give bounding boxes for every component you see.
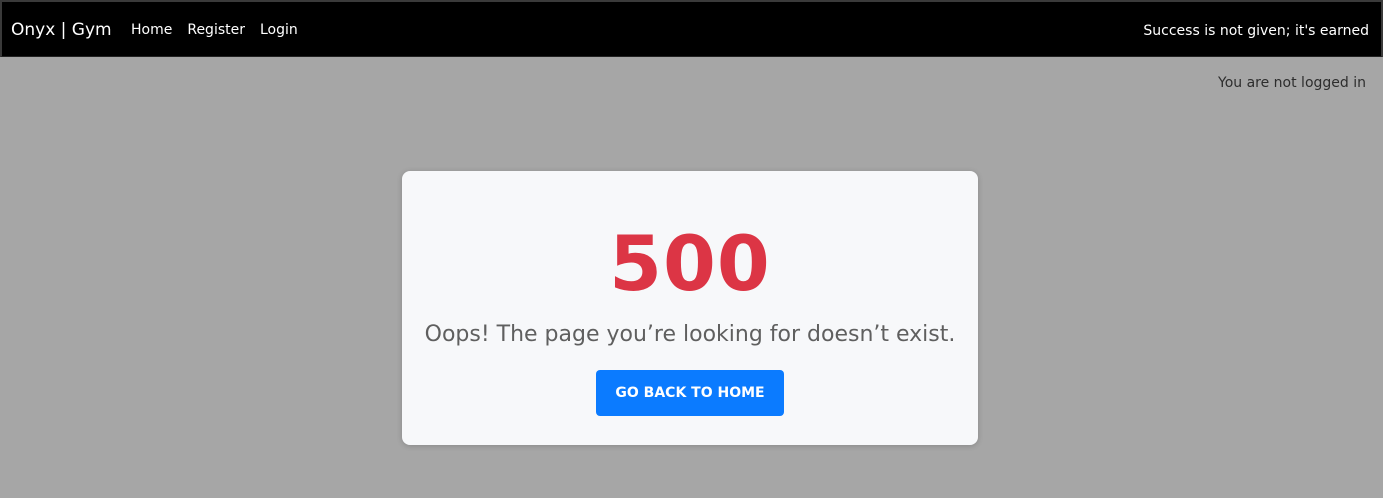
error-message: Oops! The page you’re looking for doesn’… [424, 322, 956, 347]
nav-login-link[interactable]: Login [260, 20, 298, 40]
nav-links: Home Register Login [131, 20, 313, 40]
navbar-tagline: Success is not given; it's earned [1143, 23, 1369, 39]
login-status-text: You are not logged in [1218, 75, 1366, 91]
nav-register-link[interactable]: Register [187, 20, 245, 40]
error-card: 500 Oops! The page you’re looking for do… [402, 171, 978, 445]
brand-logo-link[interactable]: Onyx | Gym [11, 19, 112, 41]
go-back-home-button[interactable]: GO BACK TO HOME [596, 370, 784, 416]
top-navbar: Onyx | Gym Home Register Login Success i… [0, 0, 1383, 57]
nav-home-link[interactable]: Home [131, 20, 172, 40]
error-code: 500 [609, 219, 771, 308]
